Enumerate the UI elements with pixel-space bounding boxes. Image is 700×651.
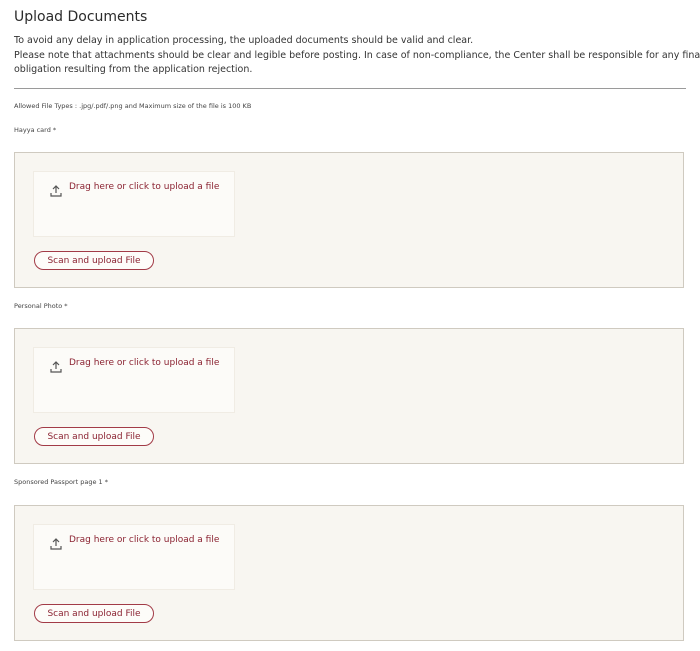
dropzone-text[interactable]: Drag here or click to upload a file	[69, 358, 219, 368]
dropzone-text[interactable]: Drag here or click to upload a file	[69, 182, 219, 192]
upload-panel-hayya-card: Drag here or click to upload a file Scan…	[14, 152, 684, 288]
upload-icon	[50, 535, 62, 550]
upload-icon	[50, 182, 62, 197]
dropzone[interactable]: Drag here or click to upload a file	[33, 171, 235, 237]
field-label-hayya-card: Hayya card *	[14, 126, 57, 134]
scan-and-upload-button[interactable]: Scan and upload File	[34, 604, 154, 623]
dropzone-text[interactable]: Drag here or click to upload a file	[69, 535, 219, 545]
upload-panel-sponsored-passport: Drag here or click to upload a file Scan…	[14, 505, 684, 641]
upload-panel-personal-photo: Drag here or click to upload a file Scan…	[14, 328, 684, 464]
dropzone[interactable]: Drag here or click to upload a file	[33, 347, 235, 413]
intro-line: To avoid any delay in application proces…	[14, 35, 474, 46]
field-label-sponsored-passport: Sponsored Passport page 1 *	[14, 478, 108, 486]
field-label-personal-photo: Personal Photo *	[14, 302, 68, 310]
scan-and-upload-button[interactable]: Scan and upload File	[34, 251, 154, 270]
scan-and-upload-button[interactable]: Scan and upload File	[34, 427, 154, 446]
divider	[14, 88, 686, 89]
intro-line: obligation resulting from the applicatio…	[14, 64, 253, 75]
dropzone[interactable]: Drag here or click to upload a file	[33, 524, 235, 590]
intro-line: Please note that attachments should be c…	[14, 49, 700, 61]
page-title: Upload Documents	[14, 9, 148, 25]
allowed-file-types: Allowed File Types : .jpg/.pdf/.png and …	[14, 102, 252, 110]
upload-icon	[50, 358, 62, 373]
intro-text: To avoid any delay in application proces…	[14, 34, 700, 78]
